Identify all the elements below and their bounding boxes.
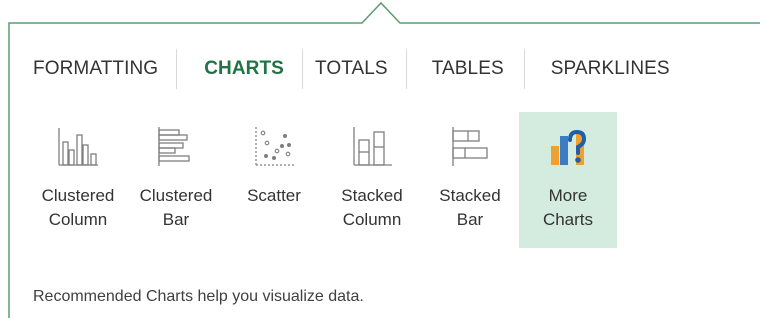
- hint-text: Recommended Charts help you visualize da…: [33, 288, 364, 305]
- clustered-column-button[interactable]: Clustered Column: [29, 112, 127, 248]
- chart-label: More Charts: [542, 186, 594, 229]
- tab-divider: [176, 49, 178, 89]
- chart-label: Clustered Column: [41, 186, 115, 229]
- tab-divider: [523, 49, 525, 89]
- chart-label: Scatter: [247, 186, 301, 205]
- scatter-button[interactable]: Scatter: [225, 112, 323, 248]
- chart-label: Stacked Column: [341, 186, 403, 229]
- clustered-bar-icon: [158, 127, 190, 166]
- clustered-bar-button[interactable]: Clustered Bar: [127, 112, 225, 248]
- stacked-bar-icon: [452, 127, 488, 166]
- more-charts-icon: [551, 129, 587, 165]
- chart-label: Stacked Bar: [439, 186, 501, 229]
- stacked-column-icon: [353, 127, 392, 166]
- tab-divider: [301, 49, 303, 89]
- chart-options: Clustered Column Clustered Bar Scatter S…: [29, 112, 617, 248]
- stacked-column-button[interactable]: Stacked Column: [323, 112, 421, 248]
- tab-totals[interactable]: TOTALS: [315, 58, 388, 80]
- more-charts-button[interactable]: More Charts: [519, 112, 617, 248]
- tab-tables[interactable]: TABLES: [432, 58, 504, 80]
- tab-charts[interactable]: CHARTS: [204, 58, 284, 80]
- clustered-column-icon: [58, 128, 98, 166]
- tab-formatting[interactable]: FORMATTING: [33, 58, 158, 80]
- tab-divider: [405, 49, 407, 89]
- quick-analysis-popup: FORMATTING CHARTS TOTALS TABLES SPARKLIN…: [0, 0, 760, 318]
- tab-sparklines[interactable]: SPARKLINES: [551, 58, 670, 80]
- tab-bar: FORMATTING CHARTS TOTALS TABLES SPARKLIN…: [33, 44, 670, 94]
- chart-label: Clustered Bar: [139, 186, 213, 229]
- stacked-bar-button[interactable]: Stacked Bar: [421, 112, 519, 248]
- scatter-icon: [255, 127, 294, 166]
